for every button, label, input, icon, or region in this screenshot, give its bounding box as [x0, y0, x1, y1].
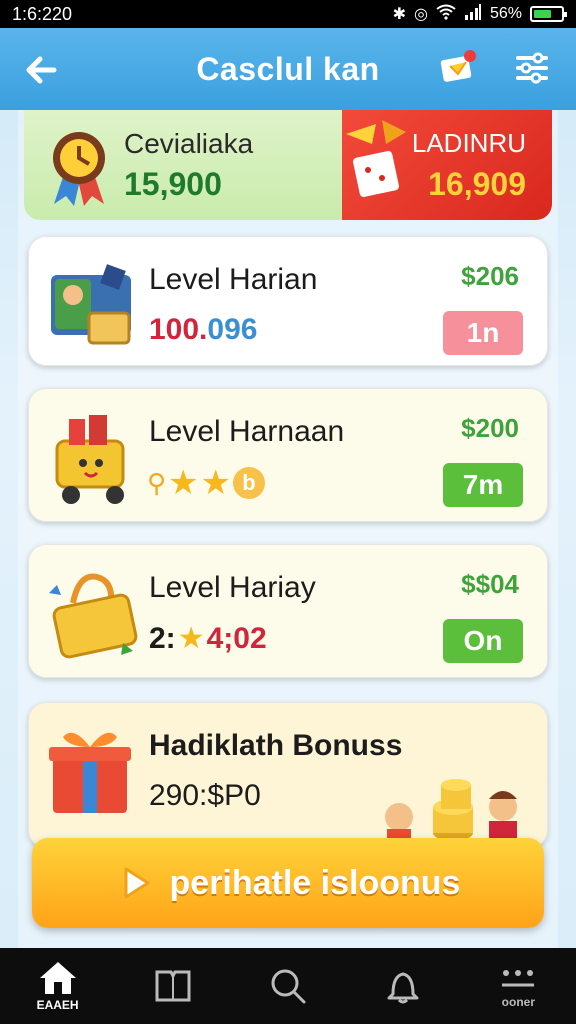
star-icon: ★ [200, 464, 232, 502]
gift-box-icon [346, 120, 406, 197]
card-3-title: Level Hariay [149, 571, 316, 604]
reward-card-2[interactable]: Level Harnaan $200 ⚲ ★ ★ b 7m [28, 388, 548, 522]
star-icon: ★ [177, 622, 205, 655]
nav-home-label: EAAEH [36, 998, 79, 1012]
key-icon: ⚲ [147, 467, 167, 498]
wifi-icon [436, 4, 456, 25]
bell-icon [387, 972, 419, 1004]
treasure-bag-icon [49, 573, 138, 659]
nav-book[interactable] [133, 948, 213, 1024]
claim-bonus-label: perihatle isloonus [169, 863, 461, 902]
summary-right-value: 16,909 [428, 166, 526, 202]
card-2-stars: ⚲ ★ ★ b [147, 463, 266, 503]
arrow-left-icon [26, 56, 57, 84]
summary-right: LADINRU 16,909 [342, 110, 552, 220]
signal-icon [464, 3, 482, 25]
nav-search[interactable] [248, 948, 328, 1024]
card-3-value: 2: ★ 4;02 [149, 621, 267, 656]
app-header: Casclul kan [0, 28, 576, 110]
summary-left: Cevialiaka 15,900 [24, 110, 342, 220]
nav-more[interactable]: ooner [478, 948, 558, 1024]
reward-card-3[interactable]: Level Hariay $$04 2: ★ 4;02 On [28, 544, 548, 678]
gift-icon [49, 732, 131, 813]
nav-notifications[interactable] [363, 948, 443, 1024]
settings-button[interactable] [510, 46, 554, 90]
bonus-title: Hadiklath Bonuss [149, 729, 403, 762]
nav-more-label: ooner [501, 995, 536, 1009]
search-icon [271, 969, 306, 1004]
card-2-badge[interactable]: 7m [443, 463, 523, 507]
coin-icon: b [233, 467, 266, 499]
battery-percent: 56% [489, 5, 522, 22]
battery-icon [530, 6, 567, 22]
card-3-value-b: 4;02 [206, 621, 267, 655]
card-1-badge[interactable]: 1n [443, 311, 523, 355]
card-1-value-b: 096 [207, 313, 258, 346]
play-arrow-icon [124, 867, 150, 899]
bottom-navigation: EAAEH ooner [0, 948, 576, 1024]
status-icons: ✱ ◎ 56% [392, 3, 567, 25]
summary-left-label: Cevialiaka [124, 128, 254, 159]
card-1-reward: $206 [461, 261, 519, 291]
star-icon: ★ [168, 464, 199, 502]
card-1-title: Level Harian [149, 263, 318, 296]
status-bar: 1:6:220 ✱ ◎ 56% [0, 0, 576, 28]
summary-right-label: LADINRU [411, 128, 526, 158]
bonus-card[interactable]: Hadiklath Bonuss 290:$P0 [28, 702, 548, 848]
card-2-title: Level Harnaan [149, 415, 345, 448]
card-3-badge[interactable]: On [443, 619, 523, 663]
alarm-icon: ◎ [414, 6, 428, 23]
status-time: 1:6:220 [12, 3, 73, 24]
card-1-value: 100.096 [149, 313, 257, 347]
summary-card[interactable]: Cevialiaka 15,900 LADINRU 16,909 [24, 110, 552, 220]
coins-people-icon [385, 779, 517, 847]
sliders-icon [516, 52, 548, 84]
page-title: Casclul kan [196, 50, 380, 87]
card-3-value-a: 2: [149, 621, 176, 655]
id-card-icon [51, 264, 131, 345]
medal-icon [53, 132, 105, 206]
home-icon [39, 962, 76, 994]
card-3-reward: $$04 [461, 569, 519, 599]
bonus-value: 290:$P0 [149, 779, 261, 812]
book-icon [155, 970, 191, 1002]
ticket-icon [440, 50, 476, 82]
summary-left-value: 15,900 [124, 166, 222, 202]
nav-home[interactable]: EAAEH [18, 948, 98, 1024]
notification-button[interactable] [436, 46, 480, 90]
back-button[interactable] [20, 48, 64, 92]
menu-dots-icon [502, 970, 535, 987]
card-2-reward: $200 [461, 413, 519, 443]
bluetooth-icon: ✱ [392, 6, 406, 23]
card-1-value-a: 100. [149, 313, 208, 346]
cart-toy-icon [55, 415, 125, 504]
claim-bonus-button[interactable]: perihatle isloonus [32, 838, 544, 928]
reward-card-1[interactable]: Level Harian $206 100.096 1n [28, 236, 548, 366]
